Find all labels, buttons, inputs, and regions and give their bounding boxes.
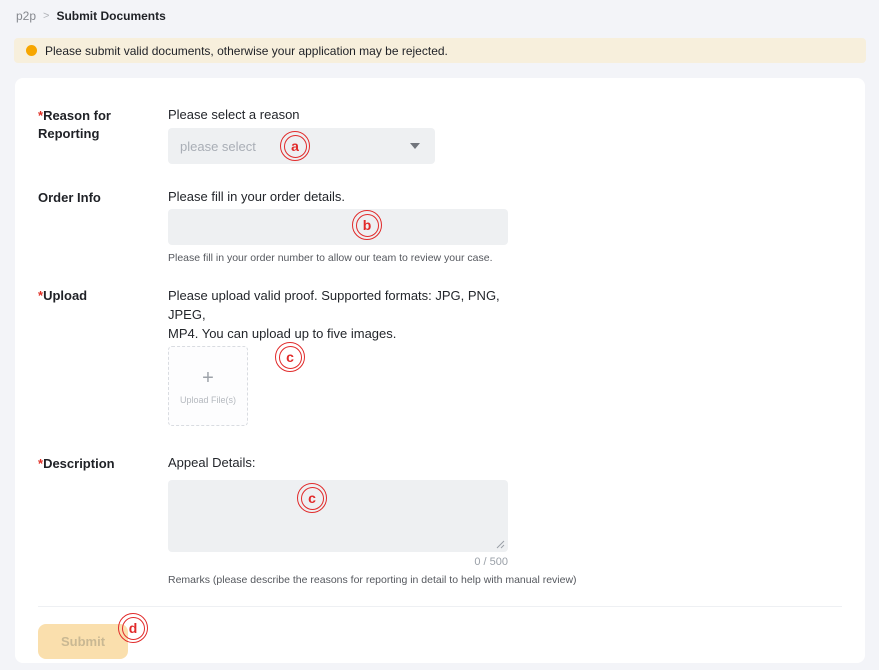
character-counter: 0 / 500	[168, 556, 508, 568]
breadcrumb: p2p > Submit Documents	[16, 9, 166, 23]
order-label: Order Info	[38, 188, 168, 264]
upload-files-button[interactable]: + Upload File(s)	[168, 346, 248, 426]
footer-divider	[38, 606, 842, 607]
form-row-description: *Description Appeal Details: 0 / 500 Rem…	[38, 454, 842, 586]
reason-select-placeholder: please select	[180, 139, 256, 154]
form-row-upload: *Upload Please upload valid proof. Suppo…	[38, 286, 842, 426]
order-hint: Please fill in your order details.	[168, 188, 842, 206]
description-label: *Description	[38, 454, 168, 586]
resize-handle-icon[interactable]	[496, 540, 505, 549]
chevron-down-icon	[410, 143, 420, 149]
form-row-order: Order Info Please fill in your order det…	[38, 188, 842, 264]
warning-text: Please submit valid documents, otherwise…	[45, 44, 448, 58]
plus-icon: +	[202, 368, 214, 388]
warning-banner: Please submit valid documents, otherwise…	[14, 38, 866, 63]
submit-button[interactable]: Submit	[38, 624, 128, 659]
breadcrumb-item-p2p[interactable]: p2p	[16, 9, 36, 23]
form-card: *Reason for Reporting Please select a re…	[15, 78, 865, 663]
warning-icon	[26, 45, 37, 56]
reason-label: *Reason for Reporting	[38, 106, 168, 164]
order-helper-text: Please fill in your order number to allo…	[168, 252, 842, 264]
description-hint: Appeal Details:	[168, 454, 842, 472]
reason-select[interactable]: please select	[168, 128, 435, 164]
page: p2p > Submit Documents Please submit val…	[0, 0, 879, 670]
reason-hint: Please select a reason	[168, 106, 842, 124]
form-row-reason: *Reason for Reporting Please select a re…	[38, 106, 842, 164]
upload-button-label: Upload File(s)	[180, 395, 236, 405]
upload-label: *Upload	[38, 286, 168, 426]
order-number-input[interactable]	[168, 209, 508, 245]
description-helper-text: Remarks (please describe the reasons for…	[168, 574, 842, 586]
breadcrumb-item-submit-documents: Submit Documents	[56, 9, 165, 23]
appeal-details-textarea[interactable]	[168, 480, 508, 552]
upload-hint: Please upload valid proof. Supported for…	[168, 286, 538, 343]
breadcrumb-separator: >	[43, 10, 49, 22]
